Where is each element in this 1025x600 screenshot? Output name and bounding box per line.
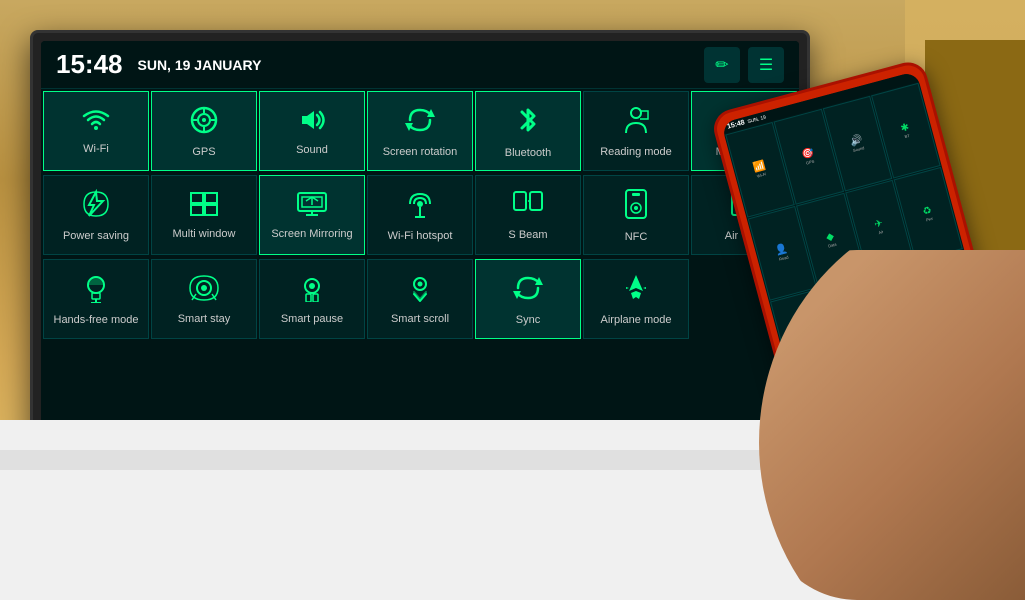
hands-free-label: Hands-free mode xyxy=(54,314,139,327)
smart-scroll-label: Smart scroll xyxy=(391,313,449,326)
power-saving-label: Power saving xyxy=(63,230,129,243)
rotation-icon xyxy=(405,105,435,140)
phone-read-label: Read xyxy=(779,255,790,262)
smart-stay-label: Smart stay xyxy=(178,313,231,326)
wifi-icon xyxy=(81,108,111,137)
airplane-label: Airplane mode xyxy=(601,314,672,327)
nfc-icon xyxy=(622,188,650,225)
s-beam-icon xyxy=(512,190,544,223)
phone-pwr-label: Pwr xyxy=(925,216,933,223)
multi-window-label: Multi window xyxy=(173,228,236,241)
reading-label: Reading mode xyxy=(600,146,672,159)
screen-mirroring-icon xyxy=(296,191,328,222)
phone-wifi-label: Wi-Fi xyxy=(756,171,766,178)
bluetooth-icon xyxy=(516,104,540,141)
tv-screen: 15:48 SUN, 19 JANUARY ✏ ☰ xyxy=(41,41,799,482)
s-beam-label: S Beam xyxy=(508,229,547,242)
edit-icon: ✏ xyxy=(715,55,728,75)
sound-label: Sound xyxy=(296,144,328,157)
bluetooth-label: Bluetooth xyxy=(505,147,551,160)
wifi-hotspot-label: Wi-Fi hotspot xyxy=(388,230,453,243)
sync-icon xyxy=(513,273,543,308)
quick-item-wifi[interactable]: Wi-Fi xyxy=(43,91,149,171)
sound-icon xyxy=(296,107,328,138)
quick-item-sound[interactable]: Sound xyxy=(259,91,365,171)
quick-item-sync[interactable]: Sync xyxy=(475,259,581,339)
tv-time: 15:48 xyxy=(56,49,123,80)
quick-item-rotation[interactable]: Screen rotation xyxy=(367,91,473,171)
gps-label: GPS xyxy=(192,146,215,159)
quick-item-smart-scroll[interactable]: Smart scroll xyxy=(367,259,473,339)
quick-item-airplane[interactable]: Airplane mode xyxy=(583,259,689,339)
quick-item-s-beam[interactable]: S Beam xyxy=(475,175,581,255)
quick-item-nfc[interactable]: NFC xyxy=(583,175,689,255)
smart-pause-label: Smart pause xyxy=(281,313,343,326)
quick-item-screen-mirroring[interactable]: Screen Mirroring xyxy=(259,175,365,255)
quick-item-wifi-hotspot[interactable]: Wi-Fi hotspot xyxy=(367,175,473,255)
quick-item-gps[interactable]: GPS xyxy=(151,91,257,171)
menu-button[interactable]: ☰ xyxy=(748,47,784,83)
power-saving-icon xyxy=(81,189,111,224)
wifi-hotspot-icon xyxy=(405,189,435,224)
smart-stay-icon xyxy=(188,274,220,307)
edit-button[interactable]: ✏ xyxy=(704,47,740,83)
nfc-label: NFC xyxy=(625,231,648,244)
gps-icon xyxy=(189,105,219,140)
multi-window-icon xyxy=(189,191,219,222)
quick-item-smart-stay[interactable]: Smart stay xyxy=(151,259,257,339)
quick-item-multi-window[interactable]: Multi window xyxy=(151,175,257,255)
header-icons: ✏ ☰ xyxy=(704,47,784,83)
phone-gps-label: GPS xyxy=(805,158,814,165)
hands-free-icon xyxy=(81,273,111,308)
smart-pause-icon xyxy=(296,274,328,307)
wifi-label: Wi-Fi xyxy=(83,143,109,156)
airplane-icon xyxy=(621,273,651,308)
quick-item-reading[interactable]: Reading mode xyxy=(583,91,689,171)
tv-date: SUN, 19 JANUARY xyxy=(138,57,705,73)
menu-icon: ☰ xyxy=(759,55,773,75)
phone-air-label: Air xyxy=(878,229,884,235)
phone-bt-label: BT xyxy=(904,133,910,139)
quick-settings-row1: Wi-Fi GPS xyxy=(41,89,799,173)
quick-settings-row2: Power saving Multi window xyxy=(41,173,799,257)
phone-data-label: Data xyxy=(828,242,837,249)
tv-header: 15:48 SUN, 19 JANUARY ✏ ☰ xyxy=(41,41,799,89)
quick-item-bluetooth[interactable]: Bluetooth xyxy=(475,91,581,171)
quick-item-hands-free[interactable]: Hands-free mode xyxy=(43,259,149,339)
sync-label: Sync xyxy=(516,314,540,327)
reading-icon xyxy=(620,105,652,140)
quick-item-power-saving[interactable]: Power saving xyxy=(43,175,149,255)
quick-item-smart-pause[interactable]: Smart pause xyxy=(259,259,365,339)
screen-mirroring-label: Screen Mirroring xyxy=(271,228,352,241)
quick-settings-row3: Hands-free mode Smart stay xyxy=(41,257,799,341)
rotation-label: Screen rotation xyxy=(383,146,458,159)
smart-scroll-icon xyxy=(404,274,436,307)
screen-content: 15:48 SUN, 19 JANUARY ✏ ☰ xyxy=(41,41,799,482)
